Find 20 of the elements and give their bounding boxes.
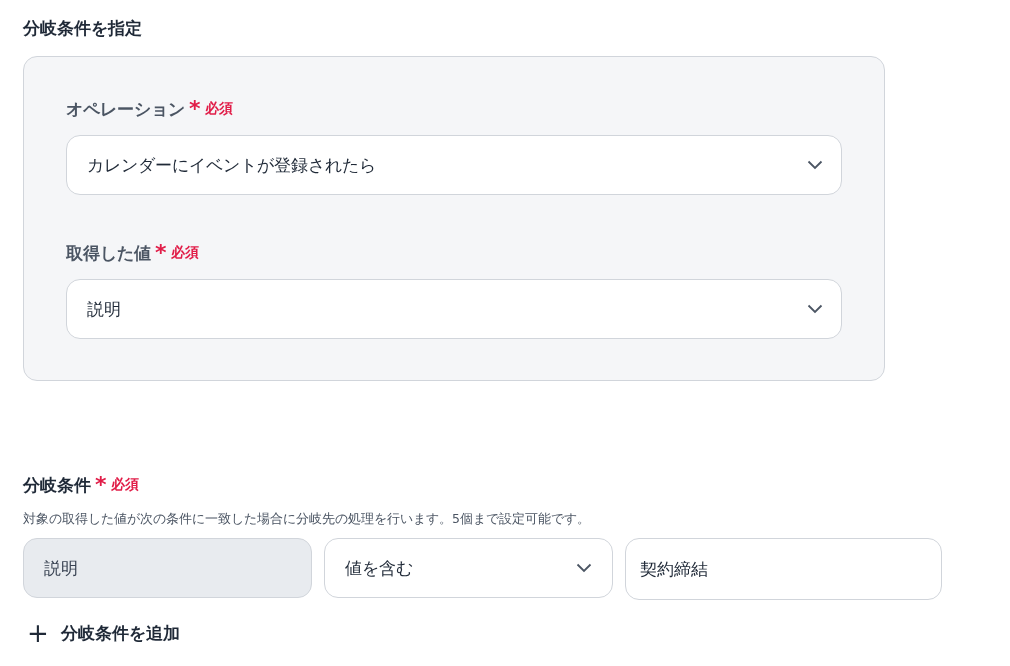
required-label: 必須 [110,476,139,494]
required-asterisk: * [189,98,201,120]
readonly-field: 説明 [23,538,312,598]
value-input-field[interactable]: 契約締結 [625,538,942,600]
dropdown-select[interactable]: カレンダーにイベントが登録されたら [66,135,842,195]
field-label: オペレーション [66,97,185,121]
required-asterisk: * [95,474,107,496]
field-label: 分岐条件 [23,473,91,497]
chevron-down-icon [807,160,823,170]
field-label: 取得した値 [66,241,151,265]
dropdown-select[interactable]: 説明 [66,279,842,339]
chevron-down-icon [576,563,592,573]
description-text: 対象の取得した値が次の条件に一致した場合に分岐先の処理を行います。5個まで設定可能です。 [23,511,591,528]
required-asterisk: * [155,242,167,264]
required-label: 必須 [204,100,233,118]
chevron-down-icon [807,304,823,314]
condition-select[interactable]: 値を含む [324,538,613,598]
add-condition-button[interactable]: + 分岐条件を追加 [23,620,180,646]
required-label: 必須 [170,244,199,262]
section-title: 分岐条件を指定 [23,17,143,40]
